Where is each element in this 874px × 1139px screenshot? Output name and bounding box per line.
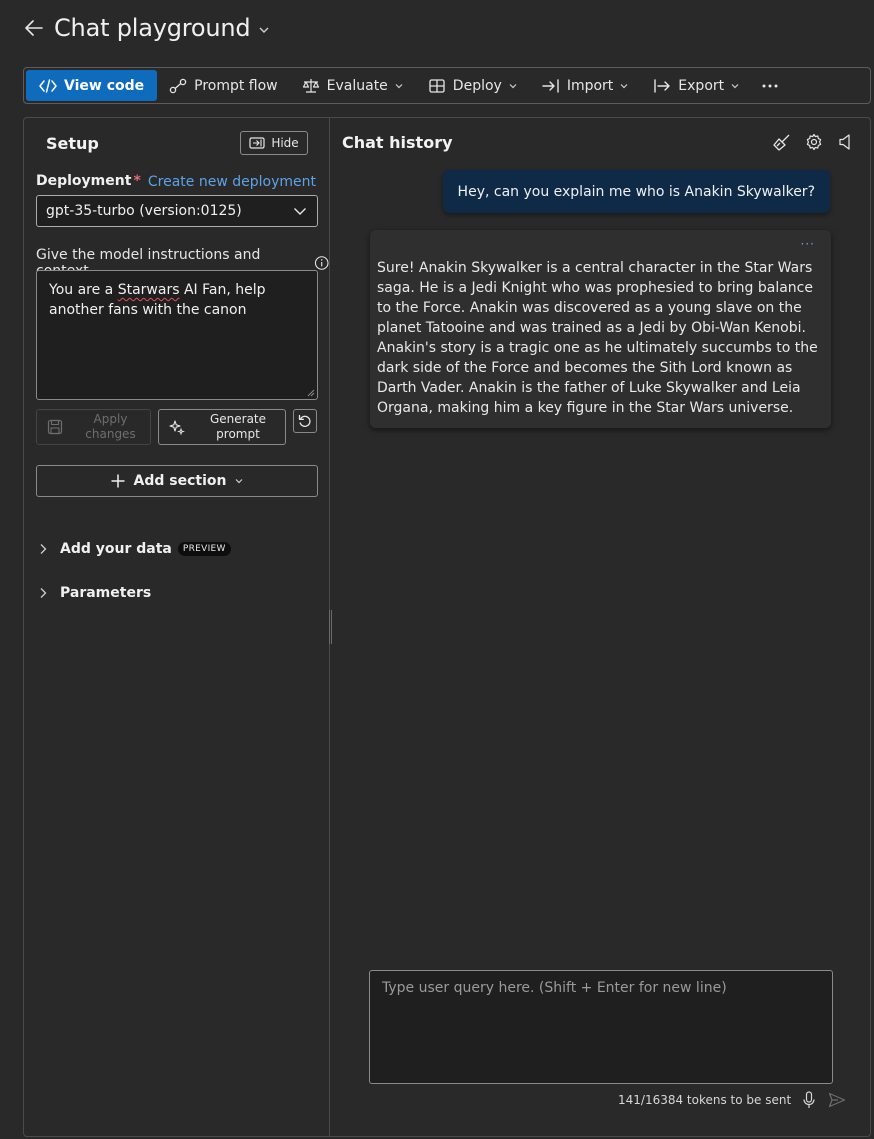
hide-label: Hide <box>271 136 299 150</box>
deployment-select[interactable]: gpt-35-turbo (version:0125) <box>36 195 318 227</box>
chat-tools <box>772 132 856 152</box>
message-more-icon[interactable]: ··· <box>801 234 815 254</box>
page-header: Chat playground <box>24 12 270 44</box>
assistant-message-text: Sure! Anakin Skywalker is a central char… <box>377 260 818 416</box>
chevron-down-icon[interactable] <box>258 24 270 36</box>
add-your-data-label: Add your data <box>60 541 172 557</box>
add-section-label: Add section <box>133 473 227 489</box>
prompt-flow-label: Prompt flow <box>194 77 278 94</box>
chevron-down-icon <box>294 208 306 215</box>
arrow-left-icon[interactable] <box>24 18 44 38</box>
sparkle-icon <box>169 420 185 435</box>
microphone-icon[interactable] <box>799 1090 819 1110</box>
deployment-label: Deployment * <box>36 173 141 189</box>
user-message: Hey, can you explain me who is Anakin Sk… <box>442 170 830 213</box>
chevron-right-icon <box>40 588 47 598</box>
evaluate-button[interactable]: Evaluate <box>290 70 416 101</box>
import-button[interactable]: Import <box>530 70 641 101</box>
deployment-label-text: Deployment <box>36 173 132 189</box>
view-code-label: View code <box>64 77 145 94</box>
chevron-down-icon <box>620 83 628 88</box>
broom-icon[interactable] <box>772 132 792 152</box>
instructions-text-misspelled: Starwars <box>117 282 180 298</box>
assistant-message: ··· Sure! Anakin Skywalker is a central … <box>370 230 831 428</box>
chat-pane: Chat history Hey, can you explain me who… <box>331 118 870 1136</box>
import-icon <box>542 78 559 93</box>
user-message-text: Hey, can you explain me who is Anakin Sk… <box>457 183 815 200</box>
plus-icon <box>111 474 125 488</box>
chevron-down-icon <box>236 479 243 484</box>
code-icon <box>39 78 57 93</box>
resize-handle-icon[interactable] <box>307 389 315 397</box>
parameters-section[interactable]: Parameters <box>38 585 151 601</box>
deployment-value: gpt-35-turbo (version:0125) <box>46 203 242 219</box>
chevron-down-icon <box>509 83 517 88</box>
setup-title: Setup <box>46 134 99 153</box>
send-icon[interactable] <box>827 1090 847 1110</box>
user-query-input[interactable]: Type user query here. (Shift + Enter for… <box>369 970 833 1084</box>
token-count: 141/16384 tokens to be sent <box>618 1093 792 1107</box>
required-marker: * <box>133 173 141 189</box>
apply-changes-button[interactable]: Apply changes <box>36 409 151 445</box>
speaker-icon[interactable] <box>836 132 856 152</box>
query-placeholder: Type user query here. (Shift + Enter for… <box>382 980 727 996</box>
evaluate-label: Evaluate <box>326 77 388 94</box>
scale-icon <box>302 78 319 93</box>
deploy-button[interactable]: Deploy <box>416 70 530 101</box>
apply-changes-label: Apply changes <box>85 412 136 441</box>
instructions-text-1: You are a <box>49 282 118 298</box>
parameters-label: Parameters <box>60 585 152 601</box>
panel-collapse-icon <box>249 137 265 149</box>
generate-prompt-button[interactable]: Generate prompt <box>158 409 286 445</box>
reset-button[interactable] <box>293 409 317 433</box>
flow-icon <box>169 78 187 93</box>
action-toolbar: View code Prompt flow Evaluate Deploy Im… <box>23 67 871 104</box>
prompt-flow-button[interactable]: Prompt flow <box>157 70 290 101</box>
import-label: Import <box>566 77 614 94</box>
setup-pane: Setup Hide Deployment * Create new deploy… <box>24 118 330 1136</box>
more-options-button[interactable] <box>752 70 788 101</box>
preview-badge: PREVIEW <box>177 542 231 556</box>
generate-prompt-label: Generate prompt <box>209 412 267 441</box>
undo-icon <box>298 414 311 427</box>
info-icon[interactable] <box>314 255 329 271</box>
page-title: Chat playground <box>54 14 251 42</box>
chat-history-title: Chat history <box>342 133 453 152</box>
hide-setup-button[interactable]: Hide <box>240 131 308 155</box>
chevron-down-icon <box>395 83 403 88</box>
add-your-data-section[interactable]: Add your data PREVIEW <box>38 541 231 557</box>
deploy-label: Deploy <box>452 77 502 94</box>
export-icon <box>654 78 670 93</box>
view-code-button[interactable]: View code <box>26 70 158 101</box>
cube-icon <box>429 78 445 93</box>
add-section-button[interactable]: Add section <box>36 465 318 497</box>
chevron-right-icon <box>40 544 47 554</box>
export-button[interactable]: Export <box>641 70 752 101</box>
token-status: 141/16384 tokens to be sent <box>618 1090 847 1110</box>
system-message-textarea[interactable]: You are a Starwars AI Fan, help another … <box>36 270 318 400</box>
more-icon <box>762 84 778 87</box>
playground-panel: Setup Hide Deployment * Create new deploy… <box>23 117 871 1137</box>
chevron-down-icon <box>731 83 739 88</box>
save-icon <box>47 419 63 435</box>
gear-icon[interactable] <box>804 132 824 152</box>
export-label: Export <box>678 77 725 94</box>
create-deployment-link[interactable]: Create new deployment <box>148 174 316 190</box>
